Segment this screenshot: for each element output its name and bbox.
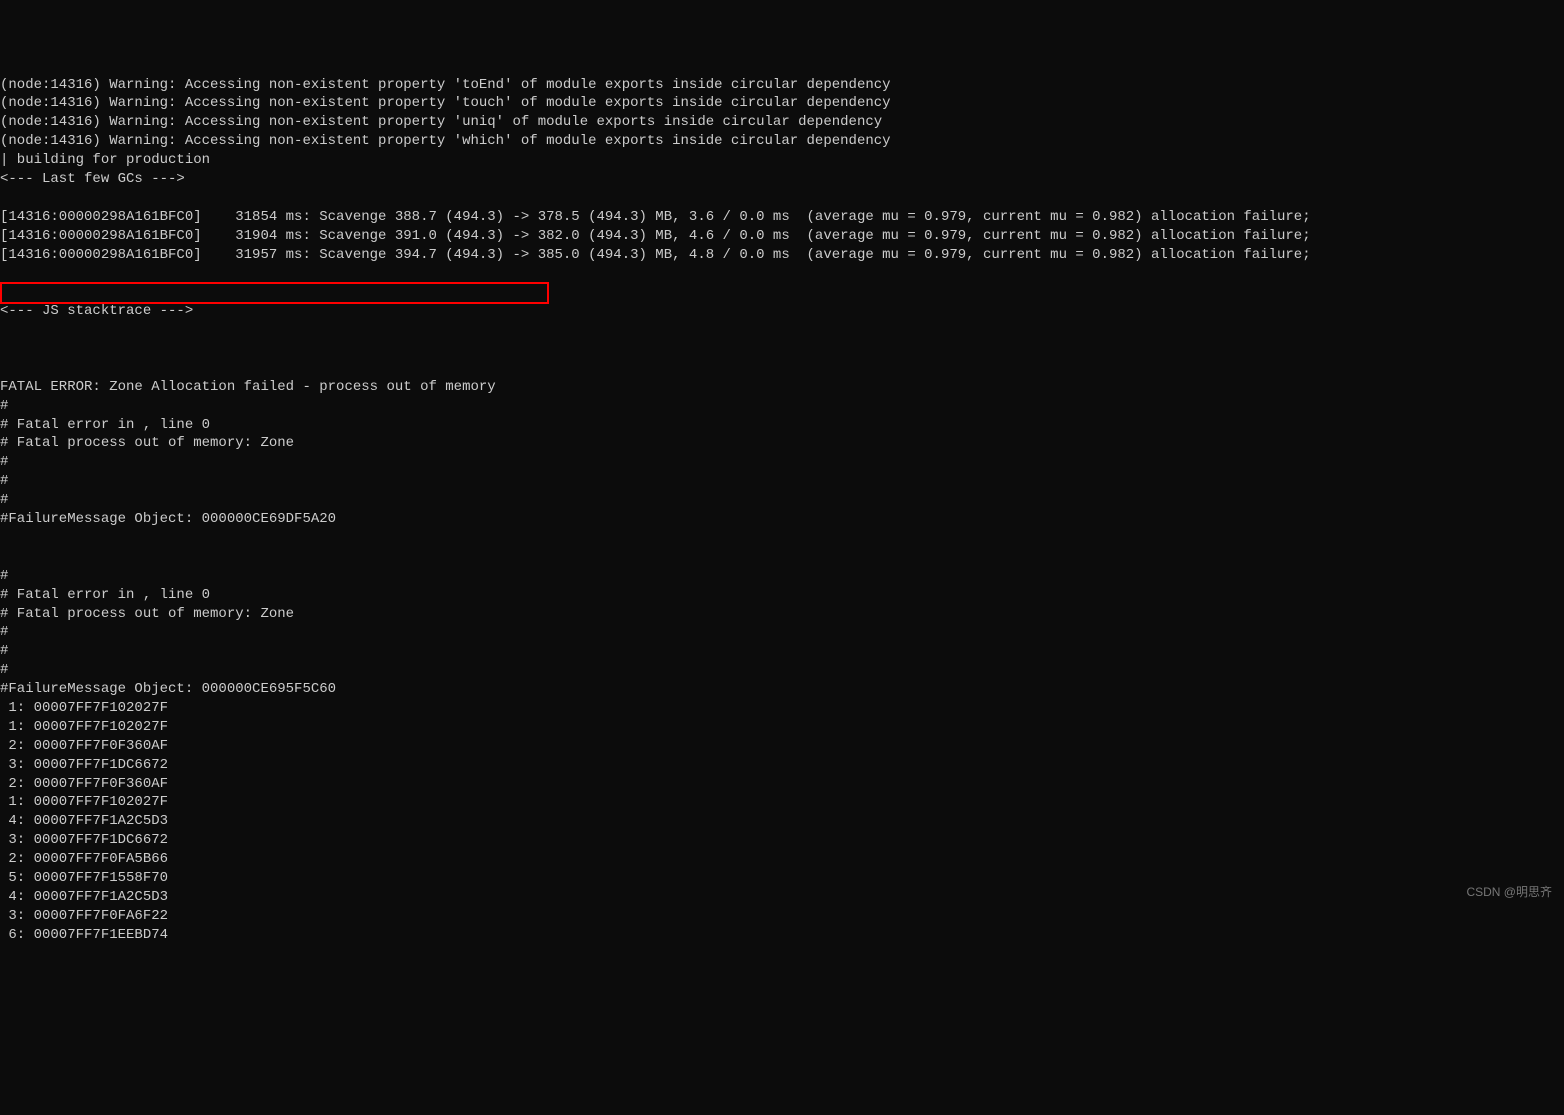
terminal-line: 1: 00007FF7F102027F <box>0 699 1564 718</box>
terminal-line: 6: 00007FF7F1EEBD74 <box>0 926 1564 945</box>
terminal-line: <--- JS stacktrace ---> <box>0 302 1564 321</box>
terminal-line: # Fatal error in , line 0 <box>0 416 1564 435</box>
terminal-line <box>0 283 1564 302</box>
terminal-line: 3: 00007FF7F1DC6672 <box>0 756 1564 775</box>
terminal-line: 2: 00007FF7F0FA5B66 <box>0 850 1564 869</box>
terminal-line: # <box>0 453 1564 472</box>
terminal-line: # <box>0 472 1564 491</box>
terminal-line: (node:14316) Warning: Accessing non-exis… <box>0 94 1564 113</box>
terminal-line <box>0 359 1564 378</box>
terminal-line: # <box>0 642 1564 661</box>
watermark-text: CSDN @明思齐 <box>1466 884 1552 900</box>
terminal-line: 4: 00007FF7F1A2C5D3 <box>0 812 1564 831</box>
terminal-line <box>0 264 1564 283</box>
terminal-line: [14316:00000298A161BFC0] 31957 ms: Scave… <box>0 246 1564 265</box>
terminal-line: (node:14316) Warning: Accessing non-exis… <box>0 76 1564 95</box>
terminal-line: # <box>0 491 1564 510</box>
terminal-line: | building for production <box>0 151 1564 170</box>
terminal-line: FATAL ERROR: Zone Allocation failed - pr… <box>0 378 1564 397</box>
terminal-line: 1: 00007FF7F102027F <box>0 793 1564 812</box>
terminal-line: #FailureMessage Object: 000000CE695F5C60 <box>0 680 1564 699</box>
terminal-line <box>0 321 1564 340</box>
terminal-line: # Fatal process out of memory: Zone <box>0 605 1564 624</box>
terminal-line: # <box>0 567 1564 586</box>
terminal-line: (node:14316) Warning: Accessing non-exis… <box>0 132 1564 151</box>
terminal-line: [14316:00000298A161BFC0] 31904 ms: Scave… <box>0 227 1564 246</box>
terminal-line <box>0 548 1564 567</box>
terminal-line: 1: 00007FF7F102027F <box>0 718 1564 737</box>
terminal-line: # <box>0 397 1564 416</box>
terminal-line <box>0 340 1564 359</box>
terminal-line: # <box>0 623 1564 642</box>
terminal-line: (node:14316) Warning: Accessing non-exis… <box>0 113 1564 132</box>
terminal-line: # Fatal error in , line 0 <box>0 586 1564 605</box>
terminal-line: # Fatal process out of memory: Zone <box>0 434 1564 453</box>
terminal-line <box>0 529 1564 548</box>
terminal-line: <--- Last few GCs ---> <box>0 170 1564 189</box>
terminal-line: 2: 00007FF7F0F360AF <box>0 737 1564 756</box>
terminal-line <box>0 189 1564 208</box>
terminal-line: # <box>0 661 1564 680</box>
terminal-line: 2: 00007FF7F0F360AF <box>0 775 1564 794</box>
terminal-line: [14316:00000298A161BFC0] 31854 ms: Scave… <box>0 208 1564 227</box>
terminal-line: #FailureMessage Object: 000000CE69DF5A20 <box>0 510 1564 529</box>
terminal-line: 3: 00007FF7F1DC6672 <box>0 831 1564 850</box>
terminal-line: 5: 00007FF7F1558F70 <box>0 869 1564 888</box>
terminal-line: 3: 00007FF7F0FA6F22 <box>0 907 1564 926</box>
terminal-output: (node:14316) Warning: Accessing non-exis… <box>0 76 1564 945</box>
terminal-line: 4: 00007FF7F1A2C5D3 <box>0 888 1564 907</box>
